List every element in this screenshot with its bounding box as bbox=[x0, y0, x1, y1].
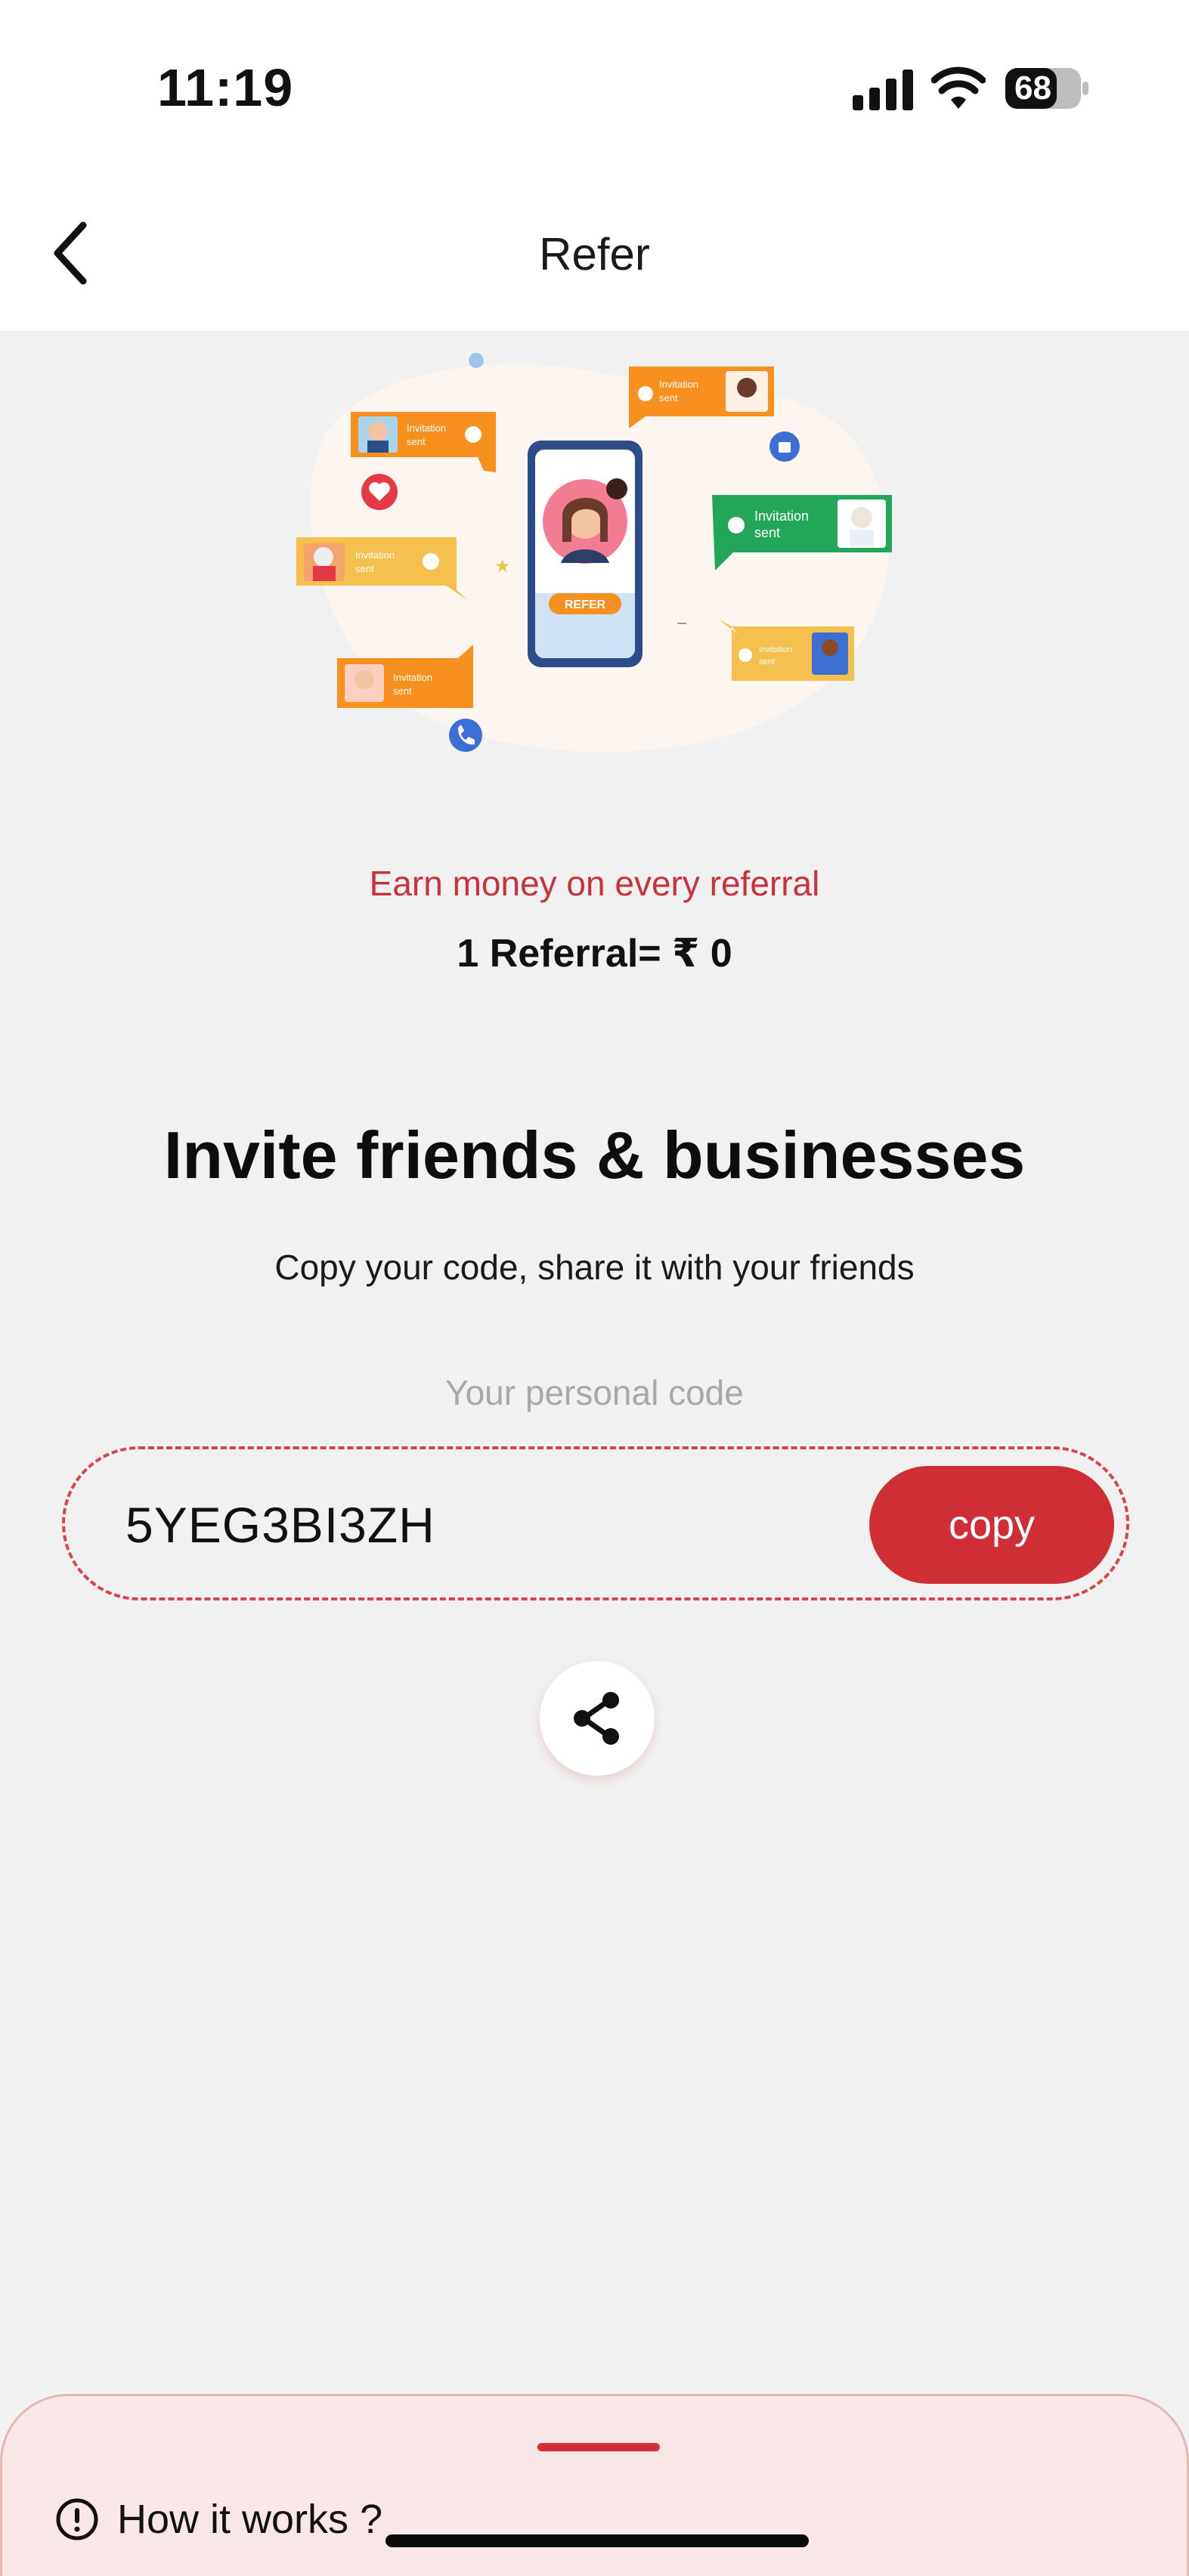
svg-text:Invitation: Invitation bbox=[393, 672, 432, 683]
svg-text:sent: sent bbox=[407, 436, 426, 447]
battery-level: 68 bbox=[1014, 70, 1051, 107]
phone-call-icon bbox=[449, 719, 482, 752]
how-it-works-label: How it works ? bbox=[117, 2497, 383, 2542]
info-icon bbox=[56, 2498, 98, 2540]
phone-graphic: REFER bbox=[528, 441, 642, 667]
svg-text:★: ★ bbox=[494, 556, 511, 577]
svg-text:Invitation: Invitation bbox=[754, 509, 809, 524]
signal-icon bbox=[853, 70, 913, 110]
home-indicator[interactable] bbox=[385, 2534, 809, 2547]
sheet-drag-handle[interactable] bbox=[537, 2443, 660, 2451]
personal-code-box: 5YEG3BI3ZH copy bbox=[62, 1446, 1129, 1600]
personal-code-label: Your personal code bbox=[445, 1373, 744, 1412]
share-icon bbox=[574, 1692, 619, 1745]
svg-text:Invitation: Invitation bbox=[759, 645, 792, 654]
svg-text:Invitation: Invitation bbox=[659, 379, 698, 390]
svg-text:sent: sent bbox=[355, 563, 374, 574]
svg-text:sent: sent bbox=[754, 525, 780, 540]
svg-text:sent: sent bbox=[759, 657, 775, 666]
page-title: Refer bbox=[539, 229, 650, 280]
status-bar: 11:19 68 bbox=[0, 0, 1189, 174]
how-it-works-row[interactable]: How it works ? bbox=[55, 2493, 382, 2546]
status-time: 11:19 bbox=[157, 58, 294, 117]
earn-money-text: Earn money on every referral bbox=[369, 864, 820, 903]
share-button[interactable] bbox=[540, 1661, 655, 1776]
nav-bar: Refer bbox=[0, 174, 1189, 331]
referral-rate: 1 Referral= ₹ 0 bbox=[457, 932, 732, 976]
svg-text:Invitation: Invitation bbox=[407, 422, 446, 434]
how-it-works-sheet[interactable]: How it works ? bbox=[0, 2394, 1189, 2576]
wifi-icon bbox=[931, 66, 986, 109]
battery-icon: 68 bbox=[1004, 66, 1091, 110]
invitation-bubble: Invitation sent bbox=[718, 619, 854, 681]
svg-text:Invitation: Invitation bbox=[355, 549, 395, 561]
invite-heading: Invite friends & businesses bbox=[163, 1118, 1026, 1192]
svg-text:sent: sent bbox=[659, 392, 678, 404]
personal-code-value: 5YEG3BI3ZH bbox=[125, 1497, 435, 1553]
dot-decoration bbox=[469, 353, 484, 368]
copy-button[interactable]: copy bbox=[869, 1466, 1114, 1584]
invite-subtitle: Copy your code, share it with your frien… bbox=[274, 1248, 915, 1287]
refer-phone-label: REFER bbox=[565, 598, 606, 611]
svg-text:sent: sent bbox=[393, 685, 412, 697]
referral-illustration: REFER Invitation sent Invitation sent ★ … bbox=[296, 353, 892, 752]
